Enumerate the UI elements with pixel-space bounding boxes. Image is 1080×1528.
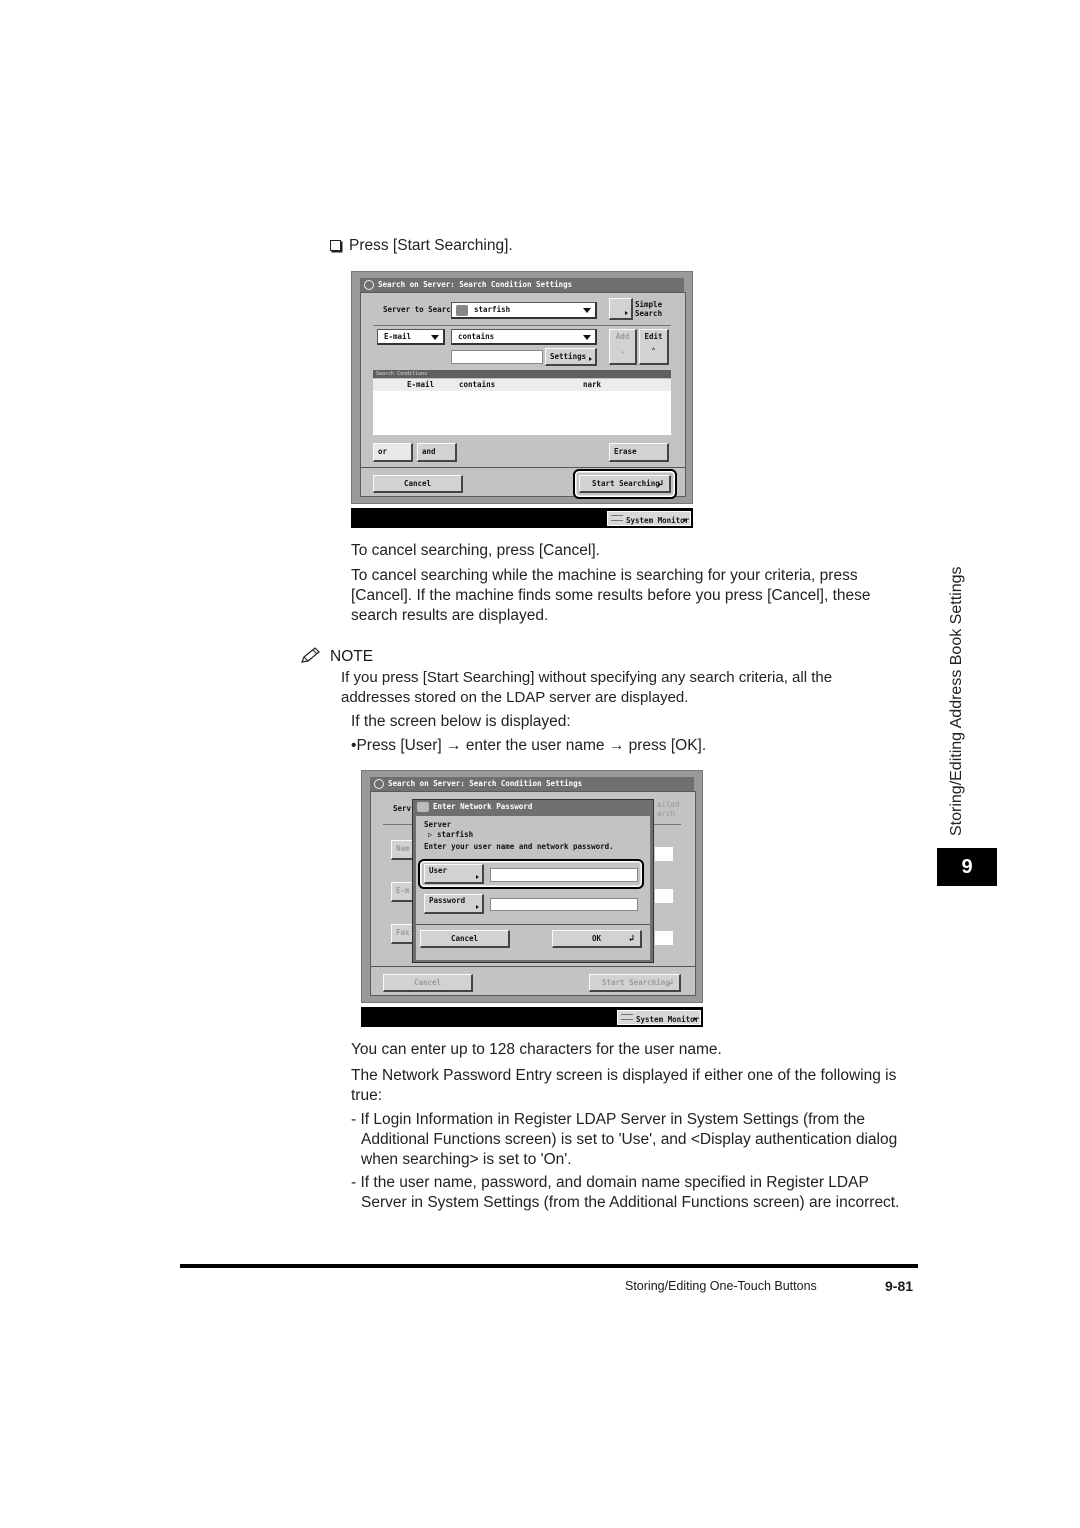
cancel-button[interactable]: Cancel	[373, 475, 463, 493]
step-instruction: Press [Start Searching].	[330, 236, 513, 256]
server-to-search-label: Server to Search:	[383, 305, 460, 314]
main-panel: Server to Search: starfish Simple Search …	[360, 292, 686, 499]
chevron-down-icon	[431, 335, 439, 340]
attribute-select[interactable]: E-mail	[377, 329, 445, 345]
condition-item: - If Login Information in Register LDAP …	[351, 1111, 898, 1168]
condition-value: nark	[583, 380, 602, 389]
cancel-paragraph: To cancel searching, press [Cancel].	[351, 542, 600, 559]
bg-field	[655, 889, 673, 903]
add-button[interactable]: Add ⌄	[609, 329, 637, 365]
dialog-cancel-button[interactable]: Cancel	[420, 930, 510, 948]
note-bullet: •Press [User] → enter the user name → pr…	[351, 737, 707, 754]
ok-button[interactable]: OK	[552, 930, 642, 948]
password-button[interactable]: Password	[424, 894, 484, 914]
or-button[interactable]: or	[373, 443, 413, 462]
instruction-text: Enter your user name and network passwor…	[424, 842, 614, 851]
system-monitor-button[interactable]: System Monitor	[617, 1010, 701, 1025]
highlight-callout	[418, 859, 644, 889]
condition-attribute: E-mail	[407, 380, 435, 389]
screen-title-bar: Search on Server: Search Condition Setti…	[360, 278, 684, 292]
edit-button[interactable]: Edit ⌃	[639, 329, 669, 365]
password-input[interactable]	[490, 898, 638, 911]
checkbox-square-icon	[330, 240, 341, 251]
bg-cancel-button: Cancel	[383, 974, 473, 992]
condition-operator: contains	[459, 380, 496, 389]
conditions-list: E-mail contains nark	[373, 379, 671, 435]
bg-field	[655, 931, 673, 945]
server-value: starfish	[474, 305, 511, 314]
note-text: If you press [Start Searching] without s…	[341, 669, 833, 706]
step-text: Press [Start Searching].	[349, 237, 513, 254]
screenshot-network-password: Search on Server: Search Condition Setti…	[361, 770, 703, 1003]
status-bar: System Monitor	[351, 508, 693, 528]
condition-value: contains	[458, 332, 495, 341]
chevron-down-icon	[583, 308, 591, 313]
divider	[416, 924, 650, 925]
username-limit-paragraph: You can enter up to 128 characters for t…	[351, 1041, 722, 1058]
chapter-tab: 9	[937, 848, 997, 886]
dialog-title-bar: Enter Network Password	[413, 800, 653, 814]
monitor-icon	[621, 1014, 633, 1020]
erase-button[interactable]: Erase	[609, 443, 669, 462]
note-label: NOTE	[330, 648, 374, 665]
dialog-title: Enter Network Password	[433, 802, 533, 811]
divider	[373, 325, 671, 326]
footer-section-title: Storing/Editing One-Touch Buttons	[625, 1279, 817, 1293]
chevron-double-up-icon: ⌃	[651, 346, 656, 355]
bg-detailed-search-label: ailed arch	[657, 800, 680, 818]
condition-item: - If the user name, password, and domain…	[351, 1174, 900, 1211]
pencil-icon	[301, 647, 320, 663]
note-subtext: If the screen below is displayed:	[351, 713, 571, 730]
chevron-double-down-icon: ⌄	[620, 346, 625, 355]
system-monitor-button[interactable]: System Monitor	[607, 511, 691, 526]
attribute-value: E-mail	[384, 332, 412, 341]
server-icon	[417, 802, 429, 812]
divider	[371, 966, 695, 967]
bg-field	[655, 847, 673, 861]
server-icon	[456, 305, 468, 316]
search-conditions-header: Search Conditions	[373, 370, 671, 378]
password-entry-paragraph: The Network Password Entry screen is dis…	[351, 1067, 897, 1104]
and-button[interactable]: and	[417, 443, 457, 462]
cancel-detail-paragraph: To cancel searching while the machine is…	[351, 567, 871, 624]
condition-row[interactable]: E-mail contains nark	[373, 379, 671, 391]
settings-button[interactable]: Settings	[545, 348, 597, 366]
keyword-input[interactable]	[451, 350, 543, 364]
dialog-body: Server ▷ starfish Enter your user name a…	[416, 816, 650, 960]
chevron-down-icon	[583, 335, 591, 340]
status-bar: System Monitor	[361, 1007, 703, 1027]
server-select[interactable]: starfish	[451, 302, 597, 319]
server-value: ▷ starfish	[428, 830, 474, 839]
divider	[361, 467, 685, 468]
footer-rule	[180, 1264, 918, 1268]
search-server-icon	[374, 779, 384, 789]
screen-title-bar: Search on Server: Search Condition Setti…	[370, 777, 694, 791]
page-number: 9-81	[885, 1278, 914, 1294]
highlight-callout	[573, 469, 677, 499]
bg-start-searching-button: Start Searching	[589, 974, 681, 992]
bg-server-label: Serv	[393, 804, 412, 813]
simple-search-button[interactable]	[609, 298, 633, 320]
screenshot-search-conditions: Search on Server: Search Condition Setti…	[351, 271, 693, 504]
screen-title: Search on Server: Search Condition Setti…	[388, 779, 583, 788]
simple-search-label: Simple Search	[635, 300, 663, 318]
monitor-icon	[611, 515, 623, 521]
network-password-dialog: Enter Network Password Server ▷ starfish…	[412, 799, 654, 963]
screen-title: Search on Server: Search Condition Setti…	[378, 280, 573, 289]
server-heading: Server	[424, 820, 452, 829]
condition-select[interactable]: contains	[451, 329, 597, 345]
search-server-icon	[364, 280, 374, 290]
note-heading: NOTE	[300, 646, 373, 666]
chapter-side-title: Storing/Editing Address Book Settings	[948, 566, 965, 837]
